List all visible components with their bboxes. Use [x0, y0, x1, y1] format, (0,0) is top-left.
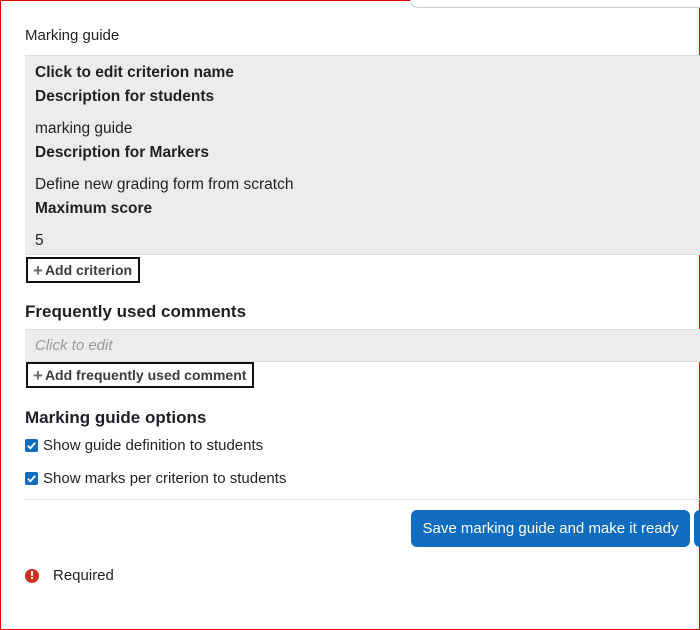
description-markers-value[interactable]: Define new grading form from scratch [35, 176, 293, 194]
checkbox-show-marks-per-criterion[interactable] [25, 472, 38, 485]
option-label: Show marks per criterion to students [43, 470, 287, 487]
description-students-value[interactable]: marking guide [35, 120, 132, 138]
maximum-score-label: Maximum score [35, 200, 153, 217]
description-markers-label: Description for Markers [35, 144, 209, 161]
option-label: Show guide definition to students [43, 437, 264, 454]
divider [25, 499, 700, 500]
checkbox-show-guide-definition[interactable] [25, 439, 38, 452]
description-students-label: Description for students [35, 88, 215, 105]
checkmark-icon [27, 475, 36, 483]
frequently-used-comment-field[interactable]: Click to edit [25, 329, 700, 362]
checkmark-icon [27, 442, 36, 450]
marking-guide-label: Marking guide [25, 27, 120, 44]
required-note: ! Required [25, 567, 114, 584]
add-criterion-label: Add criterion [44, 262, 133, 278]
frequently-used-comments-heading: Frequently used comments [25, 302, 247, 321]
marking-guide-options-heading: Marking guide options [25, 408, 207, 427]
required-label: Required [53, 567, 114, 584]
top-text-input[interactable] [410, 0, 700, 8]
add-frequently-used-comment-button[interactable]: + Add frequently used comment [26, 362, 255, 388]
comment-placeholder: Click to edit [35, 337, 113, 354]
option-show-marks-per-criterion[interactable]: Show marks per criterion to students [25, 470, 286, 487]
maximum-score-value[interactable]: 5 [35, 232, 44, 250]
option-show-guide-definition[interactable]: Show guide definition to students [25, 437, 263, 454]
plus-icon: + [33, 365, 43, 385]
add-criterion-button[interactable]: + Add criterion [26, 257, 141, 283]
plus-icon: + [33, 260, 43, 280]
criterion-block: Click to edit criterion name Description… [25, 55, 700, 255]
next-button-partial[interactable] [694, 510, 700, 547]
exclamation-circle-icon: ! [25, 568, 39, 583]
add-comment-label: Add frequently used comment [44, 367, 247, 383]
save-marking-guide-ready-button[interactable]: Save marking guide and make it ready [411, 510, 690, 547]
criterion-name[interactable]: Click to edit criterion name [35, 64, 234, 82]
